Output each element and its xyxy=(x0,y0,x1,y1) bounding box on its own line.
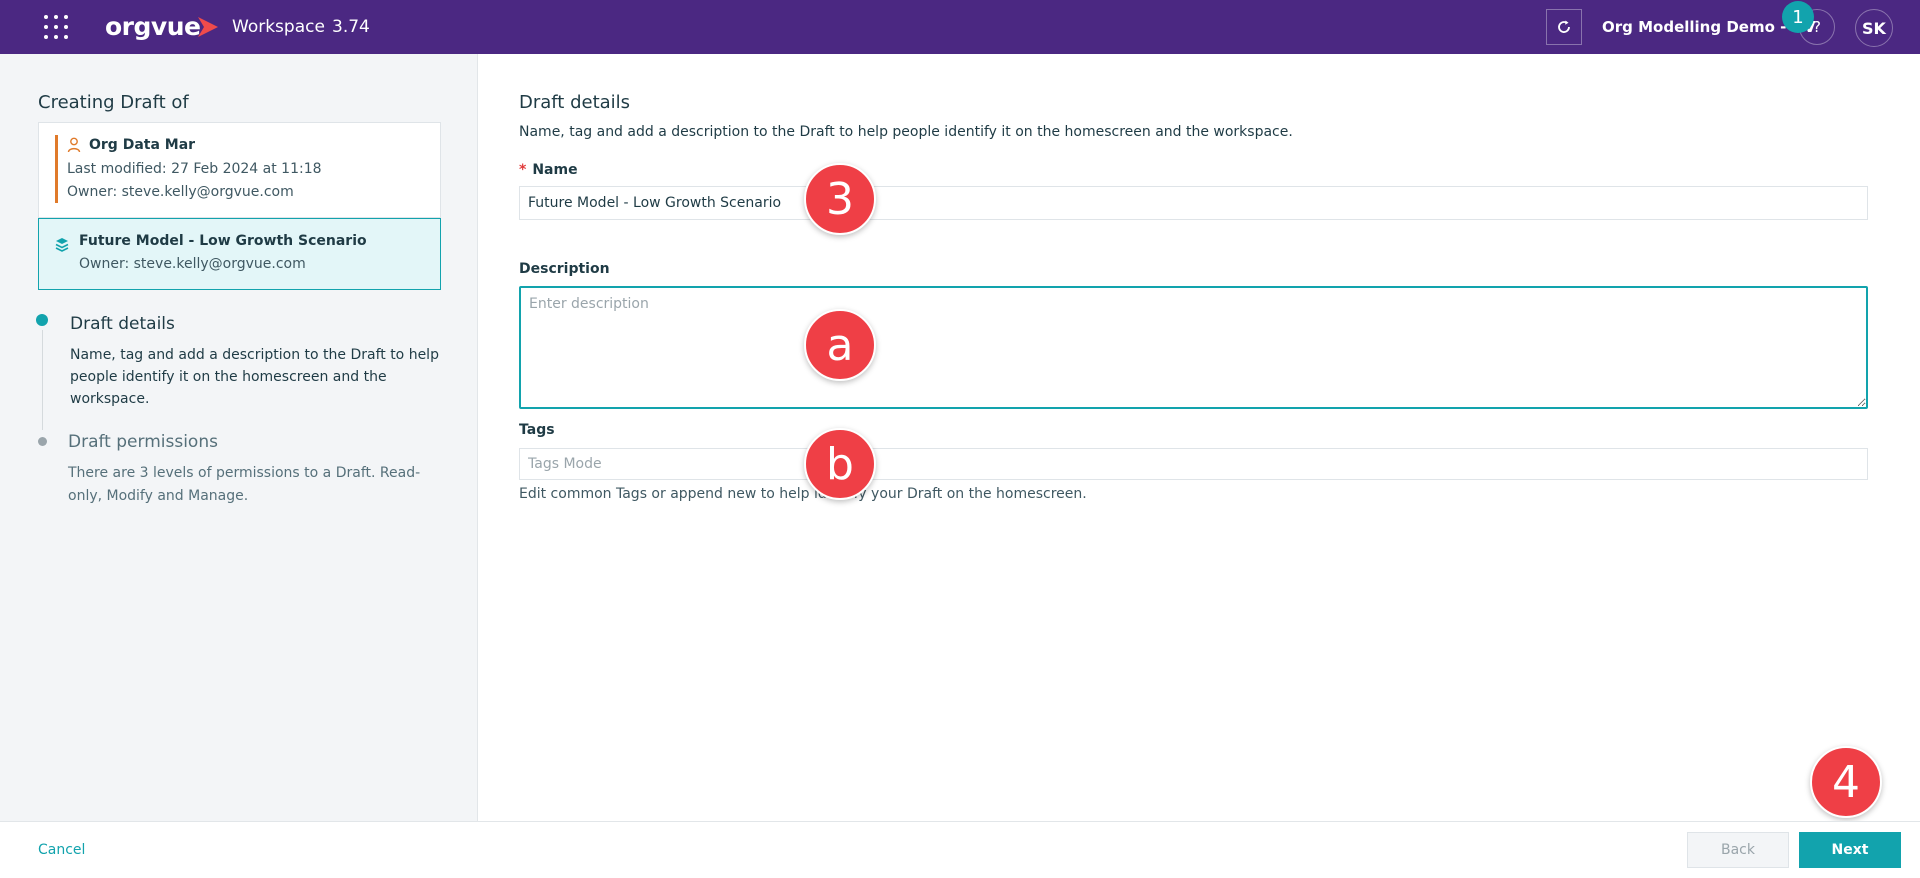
brand-logo[interactable]: orgvue xyxy=(105,12,201,41)
callout-marker-3: 3 xyxy=(804,163,876,235)
source-name: Org Data Mar xyxy=(89,137,196,153)
source-last-modified: Last modified: 27 Feb 2024 at 11:18 xyxy=(67,161,322,177)
layers-icon xyxy=(55,238,69,252)
panel-title: Creating Draft of xyxy=(38,92,189,113)
brand-mark-icon xyxy=(198,17,218,37)
workspace-label: Workspace xyxy=(232,17,325,37)
refresh-button[interactable] xyxy=(1546,9,1582,45)
name-label: * Name xyxy=(519,162,578,178)
step-inactive-dot xyxy=(38,437,47,446)
tags-label: Tags xyxy=(519,422,555,438)
step-title-draft-details[interactable]: Draft details xyxy=(70,314,175,334)
callout-marker-a: a xyxy=(804,309,876,381)
callout-marker-4: 4 xyxy=(1810,746,1882,818)
footer-bar: Cancel Back Next xyxy=(0,821,1920,878)
draft-card: Future Model - Low Growth Scenario Owner… xyxy=(38,218,441,290)
apps-grid-icon[interactable] xyxy=(44,15,68,39)
draft-details-form: Draft details Name, tag and add a descri… xyxy=(479,54,1920,821)
required-marker: * xyxy=(519,162,527,178)
left-panel: Creating Draft of Org Data Mar Last modi… xyxy=(0,54,478,821)
person-icon xyxy=(67,137,81,153)
form-title: Draft details xyxy=(519,92,631,113)
step-active-dot xyxy=(36,314,48,326)
cancel-link[interactable]: Cancel xyxy=(38,842,85,858)
step-title-draft-permissions[interactable]: Draft permissions xyxy=(68,432,218,452)
step-description-draft-details: Name, tag and add a description to the D… xyxy=(70,347,439,407)
tags-input[interactable] xyxy=(519,448,1868,480)
callout-marker-b: b xyxy=(804,428,876,500)
callout-marker-1: 1 xyxy=(1782,1,1814,33)
source-owner: Owner: steve.kelly@orgvue.com xyxy=(67,184,294,200)
step-description-draft-permissions: There are 3 levels of permissions to a D… xyxy=(68,465,421,504)
workspace-version: 3.74 xyxy=(332,17,370,37)
refresh-icon xyxy=(1558,20,1570,33)
name-label-text: Name xyxy=(532,162,578,178)
draft-owner: Owner: steve.kelly@orgvue.com xyxy=(79,256,306,272)
description-label: Description xyxy=(519,261,610,277)
form-subtitle: Name, tag and add a description to the D… xyxy=(519,124,1293,140)
name-input[interactable] xyxy=(519,186,1868,220)
tags-help-text: Edit common Tags or append new to help i… xyxy=(519,486,1087,502)
card-accent-bar xyxy=(55,135,58,203)
back-button[interactable]: Back xyxy=(1687,832,1789,868)
source-dataset-card: Org Data Mar Last modified: 27 Feb 2024 … xyxy=(38,122,441,218)
description-textarea[interactable] xyxy=(519,286,1868,409)
top-bar: orgvue Workspace 3.74 Org Modelling Demo… xyxy=(0,0,1920,54)
avatar[interactable]: SK xyxy=(1855,9,1893,47)
step-connector xyxy=(42,330,43,430)
draft-name: Future Model - Low Growth Scenario xyxy=(79,233,367,249)
next-button[interactable]: Next xyxy=(1799,832,1901,868)
